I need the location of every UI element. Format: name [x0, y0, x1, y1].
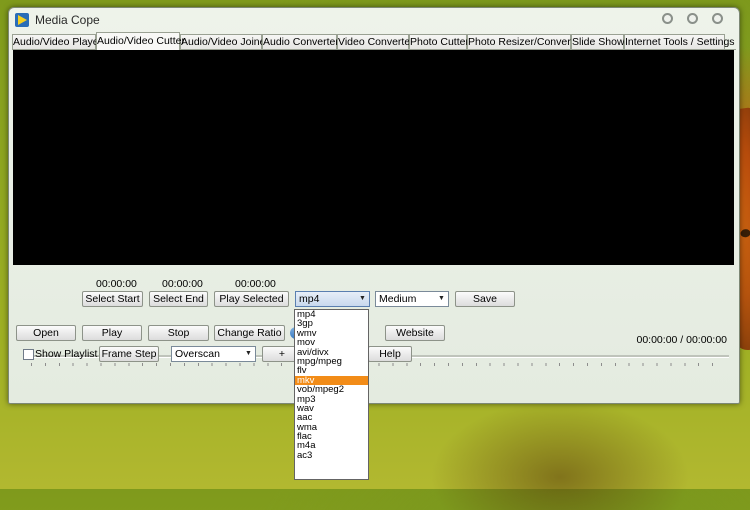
quality-select-value: Medium [379, 293, 417, 305]
show-playlist-checkbox[interactable] [23, 349, 34, 360]
quality-select[interactable]: Medium ▼ [375, 291, 449, 307]
change-ratio-button[interactable]: Change Ratio [214, 325, 285, 341]
tab-slide-show[interactable]: Slide Show [571, 34, 625, 49]
time-display: 00:00:00 / 00:00:00 [636, 334, 728, 346]
tab-photo-resizer-converter[interactable]: Photo Resizer/Converter [467, 34, 583, 49]
tab-internet-tools-settings[interactable]: Internet Tools / Settings [624, 34, 735, 49]
open-button[interactable]: Open [16, 325, 76, 341]
window-title: Media Cope [35, 13, 100, 27]
chevron-down-icon: ▼ [245, 350, 252, 357]
save-button[interactable]: Save [455, 291, 515, 307]
play-button[interactable]: Play [82, 325, 142, 341]
title-bar[interactable]: Media Cope [9, 8, 739, 32]
chevron-down-icon: ▼ [359, 295, 366, 302]
chevron-down-icon: ▼ [438, 295, 445, 302]
maximize-button[interactable] [687, 13, 698, 24]
scan-mode-value: Overscan [175, 348, 220, 360]
background-shadow [430, 400, 690, 510]
start-time-label: 00:00:00 [96, 278, 137, 290]
frame-step-button[interactable]: Frame Step [99, 346, 159, 362]
select-start-button[interactable]: Select Start [82, 291, 143, 307]
select-end-button[interactable]: Select End [149, 291, 208, 307]
end-time-label: 00:00:00 [162, 278, 203, 290]
website-button[interactable]: Website [385, 325, 445, 341]
stop-button[interactable]: Stop [148, 325, 209, 341]
seek-slider-ticks [31, 363, 725, 366]
tab-audio-video-player[interactable]: Audio/Video Player [12, 34, 102, 49]
tab-audio-video-joiner[interactable]: Audio/Video Joiner [180, 34, 269, 49]
tab-strip: Audio/Video Player Audio/Video Cutter Au… [12, 32, 736, 50]
tab-audio-video-cutter[interactable]: Audio/Video Cutter [96, 32, 185, 50]
minimize-button[interactable] [662, 13, 673, 24]
video-display[interactable] [13, 50, 734, 265]
help-button[interactable]: Help [368, 346, 412, 362]
close-button[interactable] [712, 13, 723, 24]
format-option[interactable]: ac3 [295, 450, 368, 460]
show-playlist-label: Show Playlist [35, 348, 98, 360]
tab-audio-converter[interactable]: Audio Converter [262, 34, 339, 49]
selected-time-label: 00:00:00 [235, 278, 276, 290]
main-window: Media Cope Audio/Video Player Audio/Vide… [8, 7, 740, 404]
tab-photo-cutter[interactable]: Photo Cutter [409, 34, 469, 49]
format-select[interactable]: mp4 ▼ [295, 291, 370, 307]
scan-mode-select[interactable]: Overscan ▼ [171, 346, 256, 362]
play-triangle-icon [15, 13, 29, 27]
format-select-value: mp4 [299, 293, 320, 305]
play-selected-button[interactable]: Play Selected [214, 291, 289, 307]
format-dropdown-list: mp4 3gp wmv mov avi/divx mpg/mpeg flv mk… [294, 309, 369, 480]
tab-video-converter[interactable]: Video Converter [337, 34, 414, 49]
